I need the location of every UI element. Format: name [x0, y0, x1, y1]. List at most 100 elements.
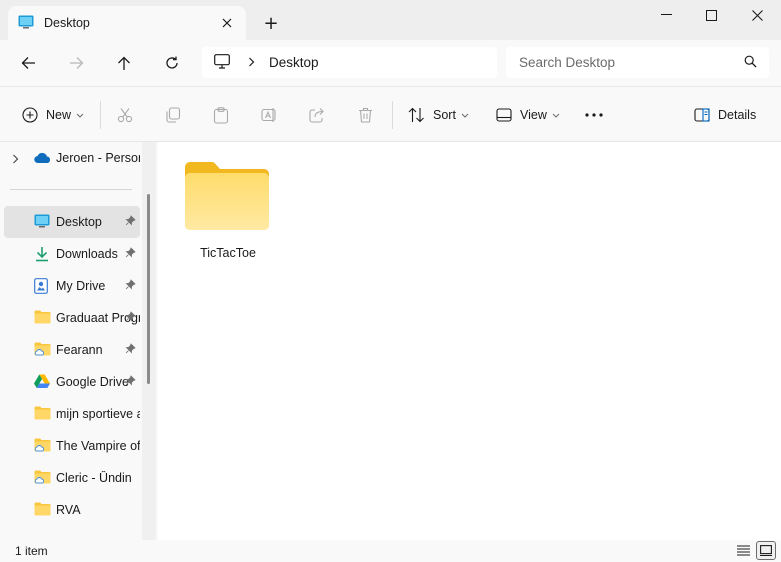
command-bar: New Sort View Details	[0, 86, 781, 142]
desktop-icon	[18, 15, 34, 32]
new-button[interactable]: New	[22, 101, 84, 129]
details-pane-icon	[694, 108, 710, 122]
tab-desktop[interactable]: Desktop	[8, 6, 246, 40]
share-button[interactable]	[309, 101, 325, 129]
pin-icon	[125, 247, 136, 261]
details-pane-button[interactable]: Details	[694, 101, 756, 129]
scissors-icon	[117, 108, 133, 123]
breadcrumb-desktop[interactable]: Desktop	[269, 55, 319, 70]
pin-icon	[125, 215, 136, 229]
minimize-icon	[660, 14, 672, 15]
cut-button[interactable]	[117, 101, 133, 129]
copy-button[interactable]	[165, 101, 181, 129]
sort-label: Sort	[433, 108, 456, 122]
pin-icon	[125, 375, 136, 389]
details-view-button[interactable]	[733, 541, 753, 560]
folder-cloud-icon	[34, 470, 51, 486]
navigation-pane: Jeroen - Personal Desktop Downloads My D…	[0, 142, 158, 540]
item-count: 1 item	[15, 544, 48, 558]
toolbar-divider	[100, 101, 101, 129]
refresh-icon	[166, 56, 178, 69]
new-label: New	[46, 108, 72, 122]
sidebar-scroll-thumb[interactable]	[147, 194, 150, 384]
sort-button[interactable]: Sort	[408, 101, 469, 129]
close-tab-icon[interactable]	[218, 14, 236, 32]
pin-icon	[125, 311, 136, 325]
folder-cloud-icon	[34, 342, 51, 358]
sidebar-item-label: mijn sportieve avonturen	[56, 407, 140, 421]
sidebar-divider	[10, 189, 132, 190]
share-icon	[309, 108, 324, 123]
monitor-icon	[214, 53, 230, 72]
file-list-area[interactable]: TicTacToe	[158, 142, 781, 540]
desktop-icon	[34, 214, 51, 230]
large-icons-view-button[interactable]	[756, 541, 776, 560]
search-icon[interactable]	[744, 55, 757, 71]
address-bar[interactable]: Desktop	[202, 47, 497, 78]
copy-icon	[166, 107, 181, 123]
drive-icon	[34, 278, 51, 294]
pin-icon	[125, 343, 136, 357]
status-bar: 1 item	[0, 540, 781, 562]
sidebar-item-graduaat[interactable]: Graduaat Programmeren	[4, 302, 140, 334]
arrow-left-icon	[21, 57, 35, 69]
sidebar-item-vampire[interactable]: The Vampire of Luxembourg	[4, 430, 140, 462]
sidebar-item-label: RVA	[56, 503, 81, 517]
maximize-button[interactable]	[688, 0, 734, 30]
arrow-right-icon	[69, 57, 83, 69]
paste-button[interactable]	[213, 101, 229, 129]
plus-circle-icon	[22, 107, 38, 123]
chevron-down-icon	[461, 113, 469, 118]
tiles-view-icon	[760, 545, 772, 556]
rename-button[interactable]	[261, 101, 278, 129]
sort-icon	[408, 107, 424, 123]
view-button[interactable]: View	[496, 101, 560, 129]
folder-icon	[34, 406, 51, 422]
sidebar-item-label: The Vampire of Luxembourg	[56, 439, 140, 453]
search-input[interactable]	[519, 55, 729, 70]
delete-button[interactable]	[358, 101, 373, 129]
list-view-icon	[736, 545, 750, 556]
sidebar-item-onedrive[interactable]: Jeroen - Personal	[4, 142, 140, 174]
onedrive-cloud-icon	[34, 150, 51, 166]
sidebar-item-downloads[interactable]: Downloads	[4, 238, 140, 270]
view-label: View	[520, 108, 547, 122]
chevron-right-icon	[248, 56, 255, 70]
navigation-bar: Desktop	[0, 40, 781, 86]
maximize-icon	[705, 9, 717, 21]
refresh-button[interactable]	[157, 50, 187, 76]
sidebar-item-my-drive[interactable]: My Drive	[4, 270, 140, 302]
folder-item-tictactoe[interactable]: TicTacToe	[178, 156, 278, 268]
details-label: Details	[718, 108, 757, 122]
up-button[interactable]	[109, 50, 139, 76]
google-drive-icon	[34, 374, 51, 390]
chevron-down-icon	[552, 113, 560, 118]
folder-icon	[184, 161, 270, 234]
sidebar-item-sportieve[interactable]: mijn sportieve avonturen	[4, 398, 140, 430]
sidebar-item-cleric[interactable]: Cleric - Ûndin	[4, 462, 140, 494]
close-window-button[interactable]	[734, 0, 780, 30]
pin-icon	[125, 279, 136, 293]
tab-title: Desktop	[44, 16, 90, 30]
back-button[interactable]	[13, 50, 43, 76]
sidebar-item-rva[interactable]: RVA	[4, 494, 140, 526]
download-icon	[34, 246, 51, 262]
minimize-button[interactable]	[643, 0, 689, 30]
chevron-right-icon[interactable]	[12, 153, 19, 167]
sidebar-item-desktop[interactable]: Desktop	[4, 206, 140, 238]
rename-icon	[261, 108, 276, 122]
folder-icon	[34, 502, 51, 518]
sidebar-item-fearann[interactable]: Fearann	[4, 334, 140, 366]
trash-icon	[359, 107, 372, 123]
search-box[interactable]	[506, 47, 769, 78]
close-icon	[751, 9, 763, 21]
sidebar-item-label: Cleric - Ûndin	[56, 471, 132, 485]
sidebar-item-google-drive[interactable]: Google Drive	[4, 366, 140, 398]
arrow-up-icon	[118, 56, 130, 70]
title-bar: Desktop +	[0, 0, 781, 40]
more-icon	[585, 113, 603, 117]
folder-cloud-icon	[34, 438, 51, 454]
more-options-button[interactable]	[585, 101, 603, 129]
new-tab-button[interactable]: +	[260, 12, 282, 34]
forward-button[interactable]	[61, 50, 91, 76]
